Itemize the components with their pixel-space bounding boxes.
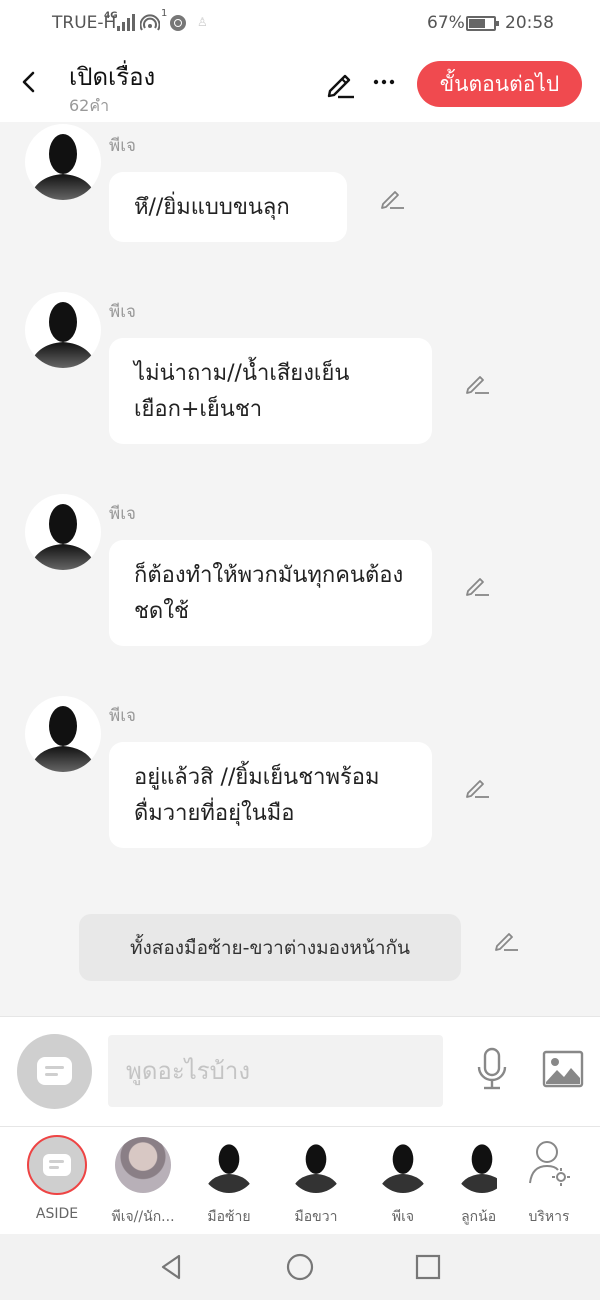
message-bubble[interactable]: ก็ต้องทำให้พวกมันทุกคนต้องชดใช้ [109, 540, 432, 646]
character-pj[interactable]: พีเจ [359, 1137, 447, 1229]
back-arrow-icon[interactable] [16, 68, 44, 96]
character-label: พีเจ//นัก... [111, 1209, 175, 1225]
battery-percent: 67% [427, 13, 465, 33]
speaker-name: พีเจ [109, 136, 136, 156]
message-bubble[interactable]: ไม่น่าถาม//น้ำเสียงเย็นเยือก+เย็นชา [109, 338, 432, 444]
silhouette-icon [377, 1144, 429, 1193]
silhouette-icon [29, 706, 97, 772]
silhouette-icon [29, 134, 97, 200]
microphone-icon[interactable] [474, 1047, 510, 1091]
chat-bubble-icon [43, 1154, 71, 1176]
pencil-icon[interactable] [324, 68, 356, 100]
message-bubble[interactable]: หึ//ยิ่มแบบขนลุก [109, 172, 347, 242]
person-icon: ♙ [197, 15, 208, 29]
silhouette-icon [29, 302, 97, 368]
battery-icon [466, 16, 499, 31]
system-nav-bar [0, 1234, 600, 1300]
silhouette-icon [203, 1144, 255, 1193]
composer [0, 1016, 600, 1126]
chat-bubble-icon [37, 1057, 72, 1085]
character-left-hand[interactable]: มือซ้าย [185, 1137, 273, 1229]
network-type: 4G [104, 11, 118, 21]
edit-aside-icon[interactable] [493, 927, 519, 953]
photo-avatar [115, 1137, 171, 1193]
user-settings-icon [529, 1141, 570, 1186]
signal-icon [117, 14, 135, 31]
hotspot-count: 1 [161, 8, 168, 19]
clock: 20:58 [505, 13, 554, 33]
character-label: มือซ้าย [207, 1209, 251, 1225]
manage-label: บริหาร [528, 1209, 570, 1225]
next-step-button[interactable]: ขั้นตอนต่อไป [417, 61, 582, 107]
avatar[interactable] [25, 494, 101, 570]
silhouette-icon [290, 1144, 342, 1193]
nav-home-icon[interactable] [285, 1252, 315, 1282]
speaker-name: พีเจ [109, 706, 136, 726]
character-avatar [201, 1137, 257, 1193]
aside-mode-button[interactable] [17, 1034, 92, 1109]
aside-narration[interactable]: ทั้งสองมือซ้าย-ขวาต่างมองหน้ากัน [79, 914, 461, 981]
message-bubble[interactable]: อยู่แล้วสิ //ยิ้มเย็นชาพร้อมดื่มวายที่อย… [109, 742, 432, 848]
status-bar: TRUE-H 4G 1 ♙ 67% 20:58 [0, 0, 600, 46]
character-avatar [288, 1137, 344, 1193]
silhouette-icon [29, 504, 97, 570]
character-label: ASIDE [35, 1206, 79, 1222]
speaker-name: พีเจ [109, 504, 136, 524]
character-label: มือขวา [294, 1209, 338, 1225]
page-title: เปิดเรื่อง [69, 63, 156, 91]
aside-avatar [27, 1135, 87, 1195]
character-aside[interactable]: ASIDE [13, 1135, 101, 1229]
hotspot-icon [140, 14, 160, 31]
edit-message-icon[interactable] [379, 185, 405, 211]
nav-back-icon[interactable] [157, 1252, 187, 1282]
speaker-name: พีเจ [109, 302, 136, 322]
chrome-icon [170, 15, 186, 31]
message-input[interactable] [108, 1035, 443, 1107]
character-right-hand[interactable]: มือขวา [272, 1137, 360, 1229]
avatar[interactable] [25, 696, 101, 772]
nav-recents-icon[interactable] [413, 1252, 443, 1282]
avatar[interactable] [25, 292, 101, 368]
header: เปิดเรื่อง 62คำ ขั้นตอนต่อไป [0, 46, 600, 122]
character-label: พีเจ [391, 1209, 415, 1225]
avatar[interactable] [25, 124, 101, 200]
character-avatar [115, 1137, 171, 1193]
manage-characters-button[interactable]: บริหาร [505, 1137, 593, 1229]
image-icon[interactable] [542, 1050, 584, 1088]
chat-area: พีเจ หึ//ยิ่มแบบขนลุก พีเจ ไม่น่าถาม//น้… [0, 122, 600, 1016]
more-options-icon[interactable] [372, 70, 396, 94]
edit-message-icon[interactable] [464, 572, 490, 598]
character-pj-photo[interactable]: พีเจ//นัก... [99, 1137, 187, 1229]
edit-message-icon[interactable] [464, 370, 490, 396]
word-count: 62คำ [69, 96, 110, 115]
character-bar: ASIDE พีเจ//นัก... มือซ้าย มือขวา พีเจ ล… [0, 1126, 600, 1235]
edit-message-icon[interactable] [464, 774, 490, 800]
character-avatar [375, 1137, 431, 1193]
